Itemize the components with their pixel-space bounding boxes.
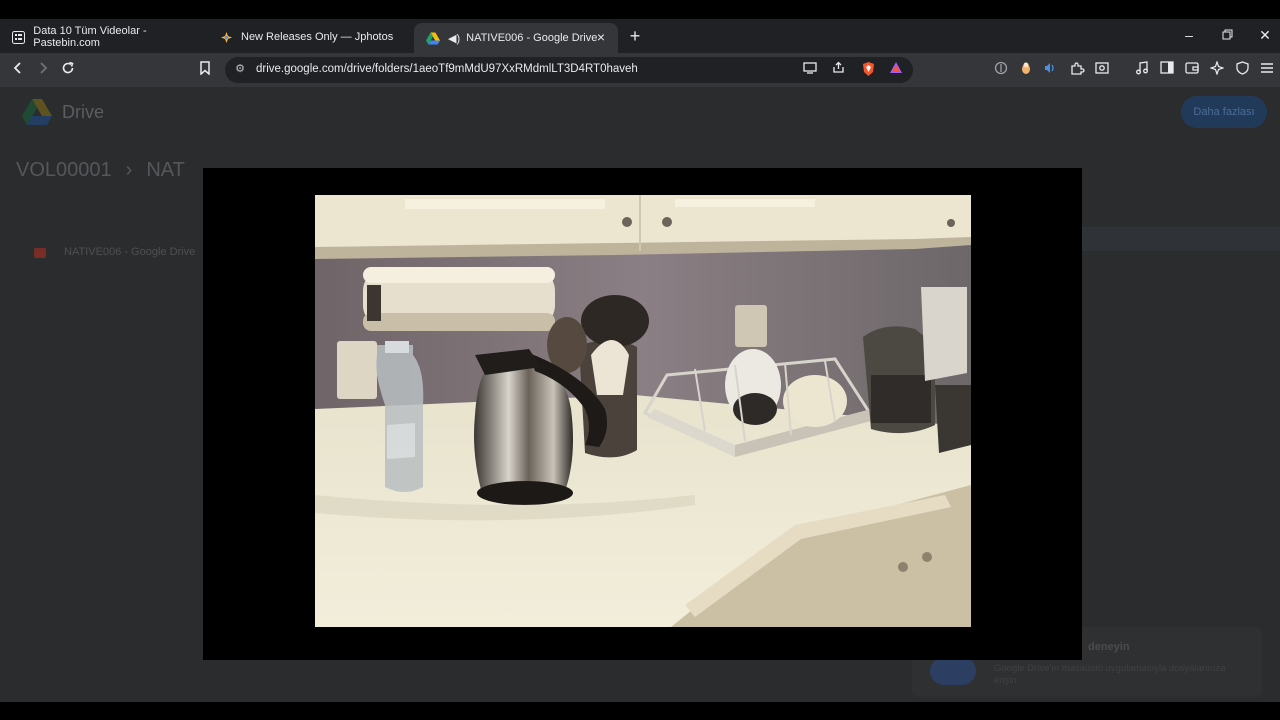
close-tab-icon[interactable]: × [594,30,608,44]
vpn-shield-icon[interactable] [1233,61,1251,79]
screenshot-icon[interactable] [1093,61,1111,79]
close-window-icon[interactable]: ✕ [1257,27,1273,43]
wallet-icon[interactable] [1183,61,1201,79]
site-info-icon[interactable]: ⚙ [233,62,247,76]
brave-rewards-icon[interactable] [887,61,905,79]
music-icon[interactable] [1133,61,1151,79]
new-tab-button[interactable]: + [627,27,643,45]
drive-app-name: Drive [62,101,105,122]
forward-icon[interactable] [34,61,52,79]
back-icon[interactable] [9,61,27,79]
browser-window: Data 10 Tüm Videolar - Pastebin.com New … [0,19,1280,702]
tab-title: NATIVE006 - Google Drive [466,32,598,44]
screen-letterbox-bottom [0,702,1280,720]
drive-header: Drive [22,99,104,125]
pastebin-icon [12,30,26,44]
breadcrumb-item[interactable]: NAT [146,159,185,181]
cast-icon[interactable] [801,61,819,79]
tab-title: New Releases Only — Jphotos [241,31,394,43]
extension-1-icon[interactable] [992,61,1010,79]
promo-illustration-icon [930,657,976,685]
sidebar-icon[interactable] [1158,61,1176,79]
breadcrumb-separator-icon: › [125,159,133,181]
minimize-icon[interactable]: – [1181,27,1197,43]
tab-title: Data 10 Tüm Videolar - Pastebin.com [33,25,147,49]
tab-strip: Data 10 Tüm Videolar - Pastebin.com New … [0,19,1280,53]
bookmark-icon[interactable] [196,61,214,79]
file-name: NATIVE006 - Google Drive [64,246,196,258]
extensions-puzzle-icon[interactable] [1068,61,1086,79]
video-frame[interactable] [315,195,971,627]
promo-body: Google Drive'ın masaüstü uygulamasıyla d… [994,663,1226,686]
address-url: drive.google.com/drive/folders/1aeoTf9mM… [256,63,638,75]
extension-2-icon[interactable] [1017,61,1035,79]
upload-button[interactable]: Daha fazlası [1181,96,1267,128]
tab-google-drive[interactable]: ◀) NATIVE006 - Google Drive × [414,23,618,53]
video-player-overlay[interactable] [203,168,1082,660]
toolbar: ⚙ drive.google.com/drive/folders/1aeoTf9… [0,53,1280,87]
drive-logo-icon[interactable] [22,99,52,125]
share-icon[interactable] [829,61,847,79]
google-drive-icon [426,31,440,45]
file-row[interactable]: NATIVE006 - Google Drive [24,243,204,263]
speaker-icon[interactable]: ◀) [448,32,460,45]
address-bar[interactable]: ⚙ drive.google.com/drive/folders/1aeoTf9… [225,57,913,83]
leo-ai-icon[interactable] [1208,60,1226,79]
screen-letterbox-top [0,0,1280,19]
menu-icon[interactable] [1258,61,1276,79]
video-file-icon [34,248,46,258]
breadcrumb: VOL00001 › NAT [16,159,199,182]
promo-title: deneyin [1088,641,1130,653]
reload-icon[interactable] [59,61,77,79]
tab-jphotos[interactable]: New Releases Only — Jphotos [207,23,414,51]
restore-icon[interactable] [1219,27,1235,43]
audio-extension-icon[interactable] [1041,61,1059,79]
brave-shields-icon[interactable] [859,61,877,79]
jphotos-icon [219,30,233,44]
tab-pastebin[interactable]: Data 10 Tüm Videolar - Pastebin.com [0,23,207,51]
kitchen-scene-image [315,195,971,627]
breadcrumb-item[interactable]: VOL00001 [16,159,112,181]
